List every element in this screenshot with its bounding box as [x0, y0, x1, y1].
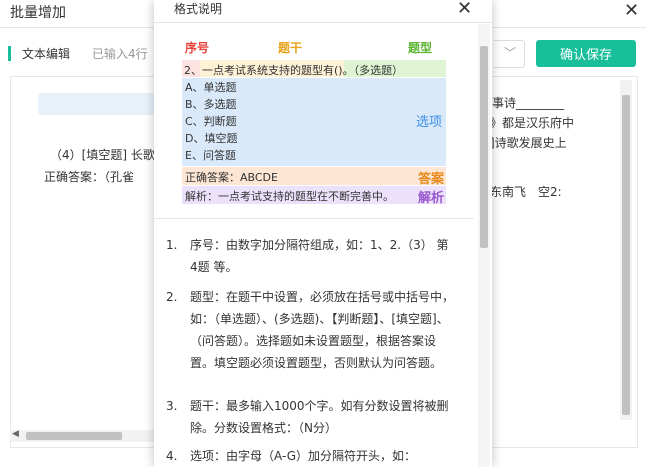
scroll-left-icon[interactable]: ◀ [12, 429, 19, 439]
preview-line: ]诗歌发展史上 [490, 136, 567, 150]
question-line: 2、一点考试系统支持的题型有()。（多选题） [184, 64, 404, 77]
scrollbar-thumb[interactable] [622, 95, 630, 415]
divider [154, 218, 474, 219]
confirm-save-button[interactable]: 确认保存 [536, 40, 636, 67]
list-text: 题干：最多输入1000个字。如有分数设置将被删除。分数设置格式：（N分） [190, 399, 449, 435]
list-number: 1. [166, 238, 178, 252]
divider [154, 22, 492, 23]
type-header: 题型 [408, 41, 433, 55]
editor-text-line: 正确答案：（孔雀 [44, 170, 135, 184]
seq-header: 序号 [185, 41, 210, 55]
editor-text-line: （4）[填空题] 长歌 [50, 148, 155, 162]
list-text: 题型：在题干中设置，必须放在括号或中括号中，如：（单选题）、(多选题)、【判断题… [190, 290, 455, 370]
dialog-close-icon[interactable]: ✕ [624, 0, 639, 21]
options-tag: 选项 [416, 115, 443, 130]
tab-text-edit[interactable]: 文本编辑 [22, 45, 70, 62]
list-number: 4. [166, 449, 178, 463]
tab-indicator [8, 46, 11, 61]
analysis-tag: 解析 [418, 191, 445, 206]
list-item: 2. 题型：在题干中设置，必须放在括号或中括号中，如：（单选题）、(多选题)、【… [166, 286, 456, 374]
list-item: 3. 题干：最多输入1000个字。如有分数设置将被删除。分数设置格式：（N分） [166, 395, 456, 439]
option-line: A、单选题 [185, 81, 237, 94]
list-number: 2. [166, 290, 178, 304]
option-line: E、问答题 [185, 149, 236, 162]
close-icon[interactable]: ✕ [457, 0, 472, 19]
editor-line-highlight [38, 93, 156, 115]
modal-title: 格式说明 [174, 2, 223, 16]
scrollbar-thumb[interactable] [26, 432, 122, 440]
option-line: B、多选题 [185, 98, 237, 111]
list-text: 序号：由数字加分隔符组成，如：1、2.（3） 第4题 等。 [190, 238, 449, 274]
list-item: 1. 序号：由数字加分隔符组成，如：1、2.（3） 第4题 等。 [166, 234, 456, 278]
answer-line: 正确答案：ABCDE [185, 171, 278, 184]
option-line: D、填空题 [185, 132, 238, 145]
preview-line: 事诗________ [492, 96, 565, 110]
chevron-down-icon[interactable]: ﹀ [504, 44, 516, 61]
list-item: 4. 选项：由字母（A-G）加分隔符开头，如： [166, 445, 456, 467]
list-text: 选项：由字母（A-G）加分隔符开头，如： [190, 449, 417, 463]
stem-header: 题干 [278, 41, 303, 55]
preview-line: 东南飞 空2: [490, 185, 562, 199]
answer-tag: 答案 [418, 172, 445, 187]
preview-line: 》都是汉乐府中 [490, 116, 575, 130]
option-line: C、判断题 [185, 115, 237, 128]
dialog-title: 批量增加 [10, 5, 66, 21]
scrollbar-thumb[interactable] [480, 46, 488, 248]
line-count-text: 已输入4行 [92, 47, 148, 61]
preview-panel [490, 76, 638, 448]
analysis-line: 解析：一点考试支持的题型在不断完善中。 [185, 190, 394, 203]
list-number: 3. [166, 399, 178, 413]
